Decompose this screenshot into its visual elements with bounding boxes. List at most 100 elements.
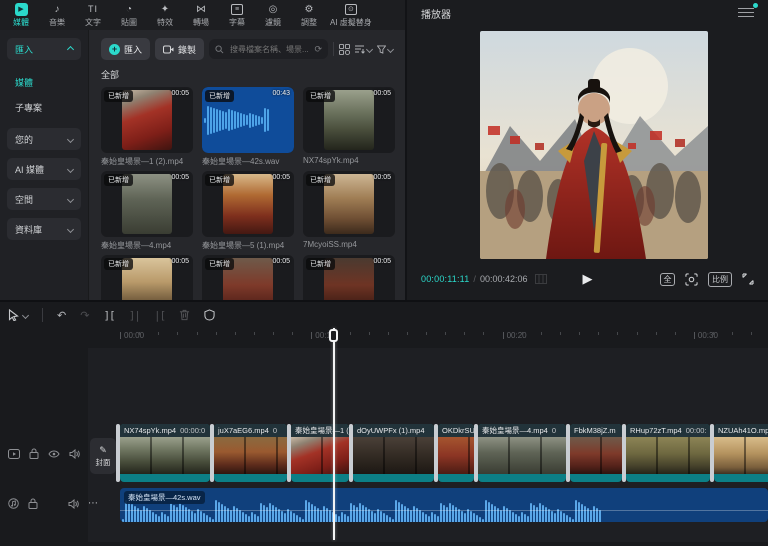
playhead-handle[interactable] [329,329,338,342]
sidebar-import-group[interactable]: 匯入 [7,38,81,60]
top-tab[interactable]: ⊙ AI 虛擬替身 [328,0,374,30]
preview-viewport[interactable] [480,31,708,259]
select-tool-dropdown[interactable] [8,309,28,321]
sort-dropdown[interactable] [355,45,372,54]
split-button[interactable]: ][ [103,309,114,322]
sidebar-item-AI 媒體[interactable]: AI 媒體 [7,158,81,180]
mute-icon[interactable] [68,499,79,509]
record-button[interactable]: 錄製 [155,38,204,60]
import-button[interactable]: + 匯入 [101,38,150,60]
play-button[interactable]: ▶ [583,271,593,287]
cover-button[interactable]: ✎ 封面 [90,438,116,474]
media-item-name: NX74spYk.mp4 [303,156,395,165]
timeline-clip[interactable]: 秦始皇場景—4.mp4 0 [478,424,566,482]
sidebar-item-子專案[interactable]: 子專案 [7,95,81,120]
ruler-minor-tick [483,332,484,335]
media-item[interactable]: 已新增 00:05 7McyoiSS.mp4 [303,171,395,251]
clip-name: NX74spYk.mp4 [124,426,176,435]
timeline-clip[interactable]: 秦始皇場景—1 (2 [291,424,349,482]
sidebar-item-媒體[interactable]: 媒體 [7,70,81,95]
timeline-clip[interactable]: dOyUWPFx (1).mp4 [353,424,434,482]
delete-button[interactable] [179,309,190,321]
timeline-clip[interactable]: NZUAh41O.mp4 00:0 [714,424,768,482]
delete-left-button[interactable]: ]| [129,309,140,322]
lock-icon[interactable] [29,448,39,459]
clip-label: juX7aEG6.mp4 0 [214,424,287,437]
media-section-label: 全部 [101,68,393,81]
menu-icon[interactable] [738,8,754,18]
preview-image [480,31,708,259]
media-item[interactable]: 已新增 00:05 NX74spYk.mp4 [303,87,395,167]
more-icon[interactable]: ⋯ [88,498,98,509]
top-tab[interactable]: ⚙ 調整 [292,0,326,30]
clip-name: NZUAh41O.mp4 [718,426,768,435]
frame-grid-icon [535,274,547,284]
top-toolbar: ▶ 媒體 ♪ 音樂 TI 文字 ◔ 貼圖 ✦ 特效 ⋈ 轉場 ≡ 字幕 ◎ 濾鏡… [0,0,405,30]
clip-label: NZUAh41O.mp4 00:0 [714,424,768,437]
top-tab[interactable]: ◔ 貼圖 [112,0,146,30]
filter-dropdown[interactable] [377,45,393,54]
search-input[interactable] [228,44,310,55]
mute-icon[interactable] [69,449,80,459]
lock-icon[interactable] [28,498,38,509]
audio-clip[interactable]: 秦始皇場景—42s.wav [120,488,768,522]
timeline-clip[interactable]: NX74spYk.mp4 00:00:0 [120,424,210,482]
top-tab[interactable]: ⋈ 轉場 [184,0,218,30]
media-item-name: 秦始皇場景—5 (1).mp4 [202,240,294,251]
top-tab[interactable]: ♪ 音樂 [40,0,74,30]
music-icon: ♪ [55,3,60,16]
clip-filmstrip [291,437,349,474]
timeline-clip[interactable]: RHup72zT.mp4 00:00: [626,424,710,482]
duration-label: 00:05 [171,90,189,97]
timeline-ruler[interactable]: 00:0000:1000:2000:30 [0,328,768,346]
top-tab[interactable]: ✦ 特效 [148,0,182,30]
filters-icon: ◎ [269,3,278,16]
import-button-label: 匯入 [124,43,142,56]
media-thumbnail: 已新增 00:05 [303,87,395,153]
ruler-minor-tick [158,332,159,335]
search-box[interactable]: ⟳ [209,39,328,59]
timeline-clip[interactable]: OKDkrSUmL [438,424,474,482]
top-tab[interactable]: TI 文字 [76,0,110,30]
eye-icon[interactable] [48,450,60,458]
delete-right-button[interactable]: |[ [154,309,165,322]
sticker-icon: ◔ [126,3,132,16]
top-tab[interactable]: ◎ 濾鏡 [256,0,290,30]
focus-zoom-button[interactable] [685,273,698,286]
top-tab[interactable]: ≡ 字幕 [220,0,254,30]
media-item[interactable]: 已新增 00:05 [101,255,193,300]
record-button-label: 錄製 [178,43,196,56]
fit-frame-button[interactable]: 全 [660,273,675,286]
top-tabs: ▶ 媒體 ♪ 音樂 TI 文字 ◔ 貼圖 ✦ 特效 ⋈ 轉場 ≡ 字幕 ◎ 濾鏡… [4,0,374,30]
timeline-clip[interactable]: juX7aEG6.mp4 0 [214,424,287,482]
media-item[interactable]: 已新增 00:05 [303,255,395,300]
ruler-minor-tick [426,332,427,335]
ruler-major-tick [503,332,504,339]
sidebar-item-空間[interactable]: 空間 [7,188,81,210]
clip-filmstrip [570,437,622,474]
timeline-clip[interactable]: FbkM38jZ.m [570,424,622,482]
refresh-icon[interactable]: ⟳ [314,44,322,55]
clip-filmstrip [214,437,287,474]
top-tab[interactable]: ▶ 媒體 [4,0,38,30]
ratio-button[interactable]: 比例 [708,272,732,287]
media-item[interactable]: 已新增 00:05 秦始皇場景—1 (2).mp4 [101,87,193,167]
redo-button[interactable]: ↷ [80,309,89,322]
clip-name: dOyUWPFx (1).mp4 [357,426,425,435]
clip-label: 秦始皇場景—4.mp4 0 [478,424,566,437]
media-item[interactable]: 已新增 00:05 [202,255,294,300]
sidebar-item-資料庫[interactable]: 資料庫 [7,218,81,240]
undo-button[interactable]: ↶ [57,309,66,322]
sidebar-item-您的[interactable]: 您的 [7,128,81,150]
ruler-minor-tick [713,332,714,335]
media-item[interactable]: 已新增 00:43 秦始皇場景—42s.wav [202,87,294,167]
mask-button[interactable] [204,309,215,321]
grid-view-icon[interactable] [339,44,350,55]
fullscreen-button[interactable] [742,273,754,285]
clip-name: FbkM38jZ.m [574,426,616,435]
media-item[interactable]: 已新增 00:05 秦始皇場景—5 (1).mp4 [202,171,294,251]
media-item[interactable]: 已新增 00:05 秦始皇場景—4.mp4 [101,171,193,251]
added-badge: 已新增 [205,258,234,270]
added-badge: 已新增 [104,90,133,102]
current-time: 00:00:11:11 [421,274,469,284]
